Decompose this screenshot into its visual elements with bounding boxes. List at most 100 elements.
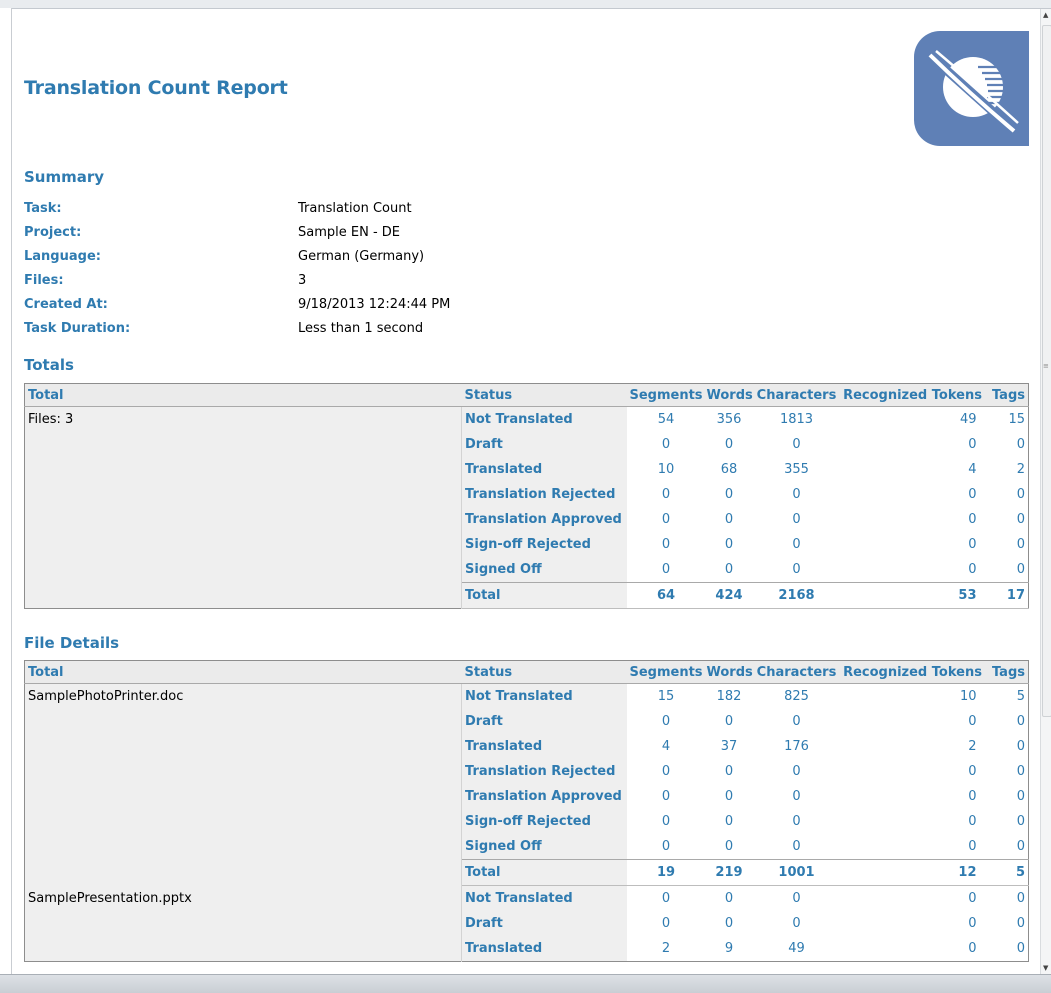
words-cell: 0	[724, 537, 734, 552]
totals-heading: Totals	[24, 356, 74, 374]
characters-cell: 0	[792, 764, 801, 779]
characters-cell: 0	[792, 512, 801, 527]
segments-cell: 0	[661, 714, 671, 729]
segments-cell: 4	[661, 739, 671, 754]
words-cell: 9	[724, 941, 734, 956]
summary-value: Translation Count	[298, 201, 412, 216]
column-header-characters: Characters	[752, 383, 841, 407]
tags-cell: 0	[1016, 764, 1025, 779]
column-header-segments: Segments	[626, 383, 706, 407]
column-header-words: Words	[705, 383, 753, 407]
segments-cell: 0	[661, 512, 671, 527]
characters-cell: 1001	[752, 859, 841, 886]
totals-table: Total Status Segments Words Characters R…	[24, 383, 1029, 609]
column-header-characters: Characters	[752, 660, 841, 684]
characters-cell: 0	[792, 537, 801, 552]
characters-cell: 49	[788, 941, 805, 956]
summary-row: Created At: 9/18/2013 12:24:44 PM	[24, 293, 624, 317]
characters-cell: 0	[792, 714, 801, 729]
summary-value: Less than 1 second	[298, 321, 424, 336]
status-cell: Not Translated	[461, 885, 627, 911]
segments-cell: 0	[661, 437, 671, 452]
words-cell: 68	[720, 462, 738, 477]
file-details-table: Total Status Segments Words Characters R…	[24, 660, 1029, 962]
recognized-tokens-cell: 53	[840, 582, 985, 609]
column-header-tags: Tags	[984, 383, 1029, 407]
words-cell: 0	[724, 437, 734, 452]
tags-cell: 0	[1016, 739, 1025, 754]
tags-cell: 0	[1016, 891, 1025, 906]
summary-heading: Summary	[24, 168, 105, 186]
summary-label: Files:	[24, 273, 64, 288]
segments-cell: 0	[661, 789, 671, 804]
recognized-tokens-cell: 0	[968, 512, 977, 527]
characters-cell: 0	[792, 562, 801, 577]
column-header-status: Status	[461, 660, 627, 684]
scroll-up-icon[interactable]: ▲	[1043, 11, 1048, 19]
words-cell: 0	[724, 764, 734, 779]
status-cell: Sign-off Rejected	[461, 809, 627, 834]
summary-list: Task: Translation Count Project: Sample EN…	[24, 197, 624, 341]
summary-label: Project:	[24, 225, 82, 240]
tags-cell: 5	[984, 859, 1029, 886]
segments-cell: 0	[661, 764, 671, 779]
characters-cell: 355	[784, 462, 809, 477]
words-cell: 0	[724, 891, 734, 906]
recognized-tokens-cell: 0	[968, 764, 977, 779]
tags-cell: 0	[1016, 537, 1025, 552]
report-view: Translation Count Report Summary Task: Tr…	[12, 9, 1041, 974]
segments-cell: 0	[661, 537, 671, 552]
status-cell: Translated	[461, 734, 627, 759]
words-cell: 0	[724, 789, 734, 804]
satellite-planet-logo-icon	[928, 50, 1019, 133]
summary-row: Project: Sample EN - DE	[24, 221, 624, 245]
summary-value: German (Germany)	[298, 249, 425, 264]
tags-cell: 0	[1016, 789, 1025, 804]
summary-label: Task:	[24, 201, 62, 216]
words-cell: 0	[724, 839, 734, 854]
status-bar	[0, 974, 1051, 993]
file-name-cell: SamplePhotoPrinter.doc	[24, 683, 462, 886]
recognized-tokens-cell: 0	[968, 487, 977, 502]
words-cell: 0	[724, 916, 734, 931]
characters-cell: 2168	[752, 582, 841, 609]
tags-cell: 15	[1008, 412, 1025, 427]
recognized-tokens-cell: 0	[968, 789, 977, 804]
characters-cell: 0	[792, 437, 801, 452]
table-row: SamplePhotoPrinter.doc Not Translated 15 18…	[24, 683, 1029, 886]
characters-cell: 825	[784, 689, 809, 704]
status-cell: Draft	[461, 432, 627, 457]
tags-cell: 0	[1016, 814, 1025, 829]
characters-cell: 0	[792, 891, 801, 906]
recognized-tokens-cell: 12	[840, 859, 985, 886]
scroll-down-icon[interactable]: ▼	[1043, 964, 1048, 972]
vertical-scrollbar[interactable]: ▲ ≡ ▼	[1040, 9, 1051, 974]
segments-cell: 0	[661, 487, 671, 502]
words-cell: 37	[720, 739, 738, 754]
status-cell: Draft	[461, 709, 627, 734]
segments-cell: 0	[661, 814, 671, 829]
file-name-cell: SamplePresentation.pptx	[24, 885, 462, 962]
tags-cell: 0	[1016, 941, 1025, 956]
tags-cell: 0	[1016, 562, 1025, 577]
recognized-tokens-cell: 0	[968, 839, 977, 854]
recognized-tokens-cell: 4	[968, 462, 977, 477]
summary-label: Language:	[24, 249, 101, 264]
tags-cell: 0	[1016, 487, 1025, 502]
table-row: Files: 3 Not Translated 54 356 1813 49 15	[24, 406, 1029, 609]
characters-cell: 0	[792, 814, 801, 829]
summary-value: 3	[298, 273, 307, 288]
tags-cell: 0	[1016, 714, 1025, 729]
tags-cell: 17	[984, 582, 1029, 609]
words-cell: 0	[724, 512, 734, 527]
words-cell: 356	[716, 412, 742, 427]
tags-cell: 0	[1016, 839, 1025, 854]
scrollbar-thumb[interactable]	[1042, 25, 1051, 717]
characters-cell: 0	[792, 789, 801, 804]
recognized-tokens-cell: 0	[968, 941, 977, 956]
report-title: Translation Count Report	[24, 77, 288, 99]
recognized-tokens-cell: 0	[968, 814, 977, 829]
segments-cell: 0	[661, 891, 671, 906]
status-cell: Not Translated	[461, 406, 627, 432]
summary-row: Task: Translation Count	[24, 197, 624, 221]
